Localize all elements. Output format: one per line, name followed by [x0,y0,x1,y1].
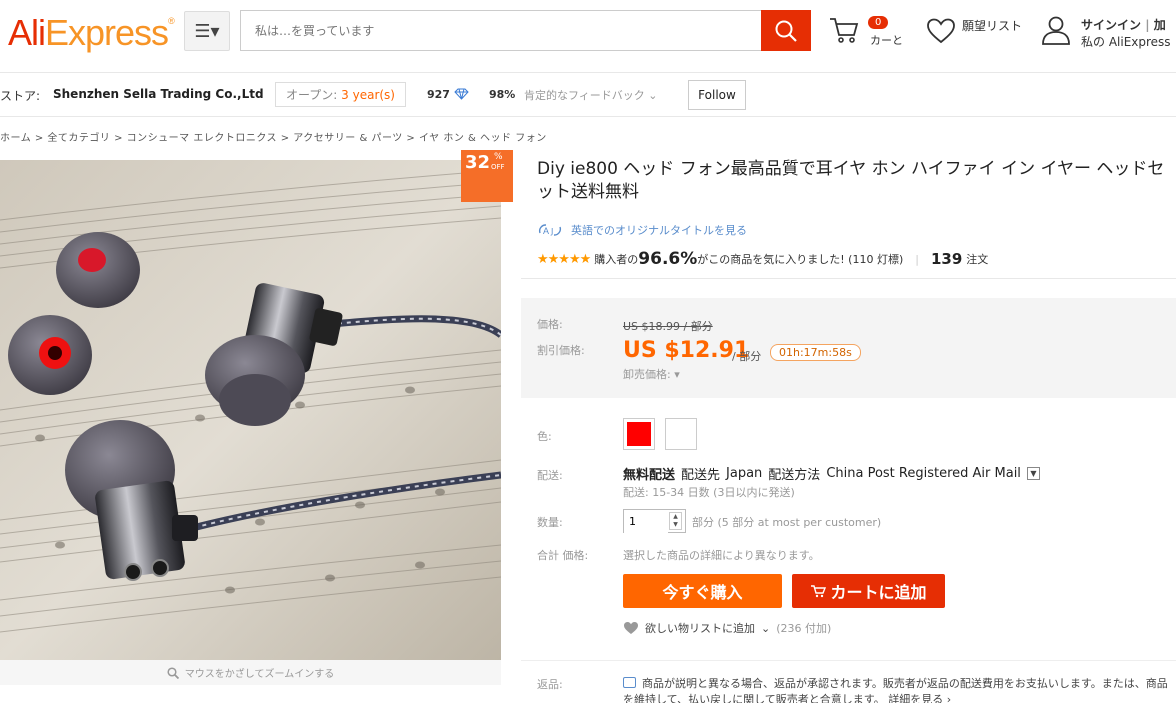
store-score[interactable]: 927 [427,88,469,101]
my-account-label: 私の AliExpress [1081,35,1171,49]
product-title: Diy ie800 ヘッド フォン最高品質で耳イヤ ホン ハイファイ イン イヤ… [537,159,1165,202]
color-swatch-white[interactable] [665,418,697,450]
search-icon [775,20,797,42]
search-bar [240,10,811,51]
cart-label: カーと [870,34,903,47]
cart-count-badge: 0 [868,16,889,29]
user-icon [1042,16,1070,45]
original-price: US $18.99 / 部分 [623,320,713,333]
wishlist-count: (236 付加) [776,622,832,635]
sale-price: US $12.91 [623,338,750,363]
menu-icon: ☰▾ [194,20,220,42]
magnifier-icon [167,666,179,679]
heart-icon [624,622,638,634]
wishlist-link[interactable]: 願望リスト [926,16,1022,50]
product-gallery: マウスをかざしてズームインする [0,160,501,685]
site-header: AliExpress® ☰▾ 0 カーと 願望リスト サインイン | 加 私の … [0,0,1176,72]
diamond-icon [454,88,469,100]
cart-icon [811,585,827,598]
svg-text:J: J [550,227,553,236]
quantity-input[interactable] [624,510,668,533]
returns-policy: 商品が説明と異なる場合、返品が承認されます。販売者が返品の配送費用をお支払いしま… [623,676,1176,703]
rating-row: ★★★★★ 購入者の 96.6% がこの商品を気に入りました! (110 灯標)… [537,249,989,269]
follow-button[interactable]: Follow [688,80,746,110]
wholesale-price-toggle[interactable]: 卸売価格: ▾ [623,366,680,382]
add-to-wishlist[interactable]: 欲しい物リストに追加 ⌄ (236 付加) [623,620,831,636]
account-menu[interactable]: サインイン | 加 私の AliExpress [1040,14,1171,50]
categories-menu-button[interactable]: ☰▾ [184,11,230,51]
discount-badge: 32 % OFF [461,150,513,202]
chevron-down-icon: ⌄ [761,621,771,635]
search-input[interactable] [241,11,761,50]
aliexpress-logo[interactable]: AliExpress® [8,12,175,54]
rating-stars[interactable]: ★★★★★ [537,252,591,267]
join-link[interactable]: 加 [1154,18,1166,32]
see-details-link[interactable]: 詳細を見る › [888,693,951,703]
quantity-stepper: ▲▼ [623,509,686,533]
search-button[interactable] [761,10,811,51]
caret-down-icon: ▾ [674,368,680,381]
price-box: 価格: US $18.99 / 部分 割引価格: US $12.91 / 部分 … [521,298,1176,398]
orders-count: 139 [930,250,963,268]
feedback-percent: 98% [489,88,516,101]
wishlist-label: 願望リスト [962,19,1023,33]
store-name-link[interactable]: Shenzhen Sella Trading Co.,Ltd [53,87,264,101]
return-icon [623,677,636,688]
store-open-badge: オープン: 3 year(s) [275,82,406,107]
store-label: ストア: [0,89,41,103]
color-swatch-red[interactable] [623,418,655,450]
earphones-photo [0,160,501,660]
store-bar: ストア: Shenzhen Sella Trading Co.,Ltd オープン… [0,72,1176,117]
divider [521,278,1176,279]
breadcrumb[interactable]: ホーム > 全てカテゴリ > コンシューマ エレクトロニクス > アクセサリー … [0,129,547,144]
divider [521,660,1176,661]
buy-now-button[interactable]: 今すぐ購入 [623,574,782,608]
sign-in-link[interactable]: サインイン [1081,18,1141,32]
heart-icon [927,18,955,44]
cart-link[interactable]: 0 カーと [828,14,908,54]
svg-text:A: A [543,226,549,236]
add-to-cart-button[interactable]: カートに追加 [792,574,945,608]
rating-percent: 96.6% [638,249,698,269]
dropdown-icon: ▼ [1026,467,1040,480]
countdown-timer: 01h:17m:58s [770,344,861,361]
translate-icon: AJ [538,224,562,236]
quantity-spin-buttons[interactable]: ▲ ▼ [669,512,682,530]
product-image[interactable] [0,160,501,660]
chevron-down-icon: ⌄ [648,89,658,102]
cart-icon [830,18,859,43]
zoom-hint: マウスをかざしてズームインする [0,660,501,685]
shipping-selector[interactable]: 無料配送 配送先 Japan 配送方法 China Post Registere… [623,464,1040,483]
translate-title-link[interactable]: AJ 英語でのオリジナルタイトルを見る [537,222,747,238]
feedback-dropdown[interactable]: 肯定的なフィードバック ⌄ [524,87,658,103]
delivery-time: 配送: 15-34 日数 (3日以内に発送) [623,486,795,499]
